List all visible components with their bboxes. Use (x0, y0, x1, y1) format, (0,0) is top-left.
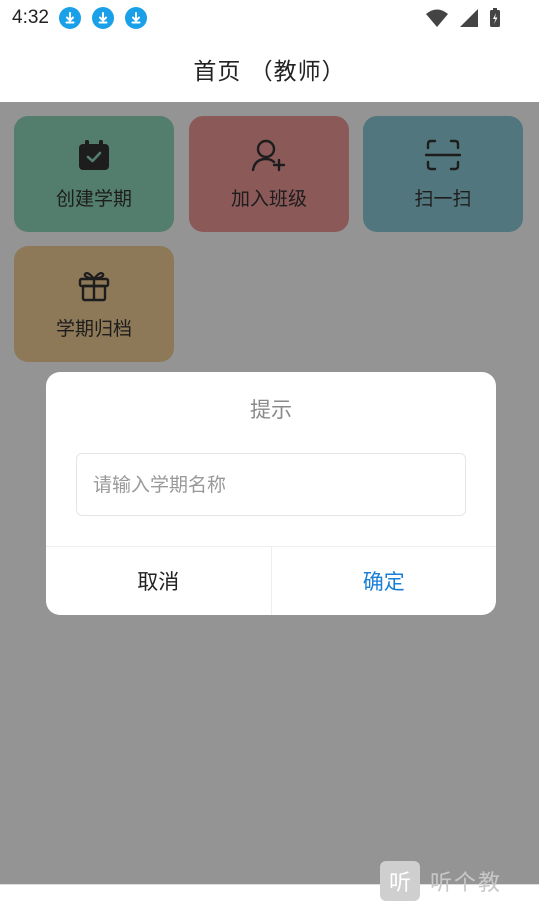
status-time: 4:32 (12, 7, 49, 28)
battery-charging-icon (489, 8, 501, 32)
confirm-button[interactable]: 确定 (272, 547, 497, 615)
page-title: 首页 （教师） (193, 59, 346, 85)
watermark-logo: 听 (380, 860, 420, 901)
cellular-signal-icon (459, 8, 479, 32)
download-icon (58, 7, 81, 29)
prompt-dialog: 提示 取消 确定 (46, 372, 496, 615)
download-icon (91, 7, 114, 29)
dialog-actions: 取消 确定 (46, 546, 496, 615)
dialog-title: 提示 (250, 398, 292, 422)
wifi-icon (425, 8, 449, 32)
app-bar: 首页 （教师） (0, 36, 539, 102)
status-bar: 4:32 (0, 0, 539, 36)
class-tab-icon[interactable] (256, 895, 284, 901)
download-icon (124, 7, 147, 29)
cancel-button[interactable]: 取消 (46, 547, 272, 615)
home-tab-icon[interactable] (80, 895, 100, 901)
watermark-text: 听个教 (430, 870, 503, 896)
semester-name-input[interactable] (76, 453, 466, 516)
app-watermark: 听 听个教 (380, 860, 539, 901)
